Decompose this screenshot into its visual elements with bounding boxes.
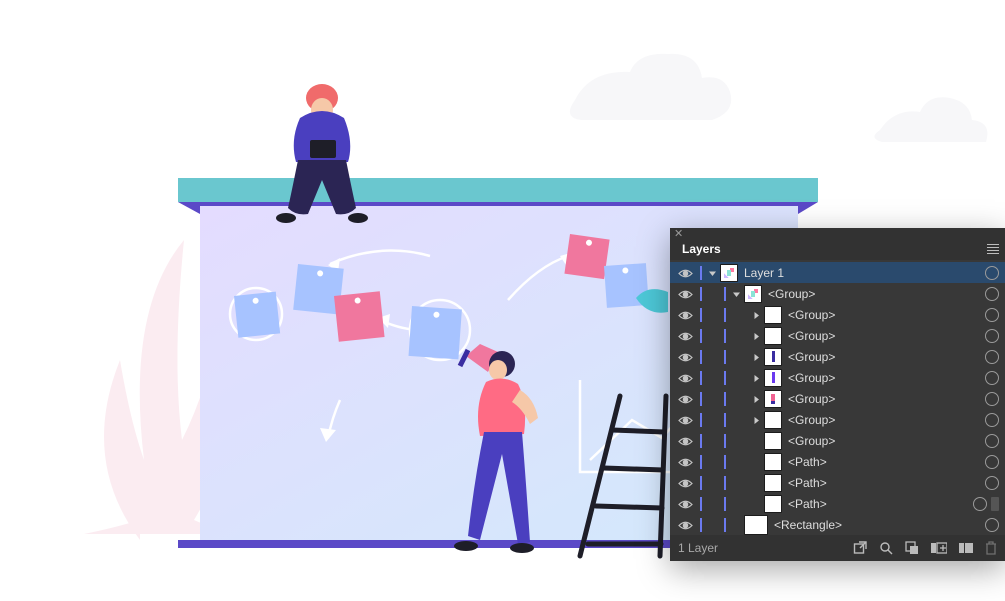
layer-row[interactable]: <Rectangle> — [670, 514, 1005, 535]
visibility-toggle-icon[interactable] — [674, 266, 696, 280]
layer-row[interactable]: Layer 1 — [670, 262, 1005, 283]
visibility-toggle-icon[interactable] — [674, 455, 696, 469]
visibility-toggle-icon[interactable] — [674, 392, 696, 406]
layer-row[interactable]: <Path> — [670, 472, 1005, 493]
layer-label[interactable]: <Group> — [788, 308, 979, 322]
target-icon[interactable] — [985, 434, 999, 448]
layer-thumbnail[interactable] — [764, 453, 782, 471]
layer-thumbnail[interactable] — [764, 327, 782, 345]
chevron-right-icon[interactable] — [748, 392, 764, 406]
target-icon[interactable] — [985, 308, 999, 322]
target-icon[interactable] — [985, 476, 999, 490]
layer-thumbnail[interactable] — [764, 390, 782, 408]
new-sublayer-icon[interactable] — [905, 541, 919, 555]
layer-row[interactable]: <Group> — [670, 325, 1005, 346]
export-icon[interactable] — [853, 541, 867, 555]
chevron-right-icon[interactable] — [748, 329, 764, 343]
target-icon[interactable] — [985, 329, 999, 343]
layer-label[interactable]: Layer 1 — [744, 266, 979, 280]
layer-label[interactable]: <Group> — [768, 287, 979, 301]
chevron-right-icon[interactable] — [748, 308, 764, 322]
layer-label[interactable]: <Group> — [788, 329, 979, 343]
target-icon[interactable] — [985, 413, 999, 427]
layer-thumbnail[interactable] — [764, 495, 782, 513]
panel-menu-icon[interactable] — [985, 242, 1001, 256]
layer-label[interactable]: <Path> — [788, 497, 967, 511]
layer-row[interactable]: <Group> — [670, 409, 1005, 430]
close-icon[interactable]: ✕ — [674, 229, 683, 240]
panel-titlebar[interactable]: ✕ — [670, 228, 1005, 240]
layer-thumbnail[interactable] — [764, 348, 782, 366]
layer-row[interactable]: <Group> — [670, 283, 1005, 304]
layer-row[interactable]: <Group> — [670, 367, 1005, 388]
visibility-toggle-icon[interactable] — [674, 287, 696, 301]
visibility-toggle-icon[interactable] — [674, 329, 696, 343]
layer-thumbnail[interactable] — [764, 369, 782, 387]
visibility-toggle-icon[interactable] — [674, 413, 696, 427]
layer-row[interactable]: <Group> — [670, 388, 1005, 409]
layer-thumbnail[interactable] — [744, 515, 768, 535]
visibility-toggle-icon[interactable] — [674, 350, 696, 364]
locate-icon[interactable] — [879, 541, 893, 555]
layer-label[interactable]: <Path> — [788, 476, 979, 490]
layer-label[interactable]: <Path> — [788, 455, 979, 469]
panel-footer: 1 Layer — [670, 535, 1005, 561]
layer-thumbnail[interactable] — [764, 432, 782, 450]
target-icon[interactable] — [973, 497, 987, 511]
layer-row[interactable]: <Path> — [670, 493, 1005, 514]
layer-thumbnail[interactable] — [764, 411, 782, 429]
chevron-right-icon[interactable] — [748, 350, 764, 364]
visibility-toggle-icon[interactable] — [674, 371, 696, 385]
target-icon[interactable] — [985, 266, 999, 280]
visibility-toggle-icon[interactable] — [674, 434, 696, 448]
layer-label[interactable]: <Group> — [788, 413, 979, 427]
layer-thumbnail[interactable] — [744, 285, 762, 303]
target-icon[interactable] — [985, 350, 999, 364]
chevron-right-icon[interactable] — [748, 371, 764, 385]
layer-label[interactable]: <Group> — [788, 371, 979, 385]
visibility-toggle-icon[interactable] — [674, 476, 696, 490]
footer-layer-count: 1 Layer — [678, 541, 718, 555]
layer-label[interactable]: <Rectangle> — [774, 518, 979, 532]
new-layer-icon[interactable] — [931, 541, 947, 555]
dim-indicator — [991, 497, 999, 511]
panel-tab-row: Layers — [670, 240, 1005, 260]
target-icon[interactable] — [985, 392, 999, 406]
target-icon[interactable] — [985, 371, 999, 385]
trash-icon[interactable] — [985, 541, 997, 555]
layer-tree: Layer 1 <Group> <Group> <Group> <Group> <Grou… — [670, 260, 1005, 535]
target-icon[interactable] — [985, 287, 999, 301]
layer-row[interactable]: <Group> — [670, 346, 1005, 367]
layer-row[interactable]: <Group> — [670, 430, 1005, 451]
layer-thumbnail[interactable] — [720, 264, 738, 282]
layer-thumbnail[interactable] — [764, 474, 782, 492]
chevron-down-icon[interactable] — [704, 266, 720, 280]
layers-panel: ✕ Layers Layer 1 <Group> <Group> <Group> <Gr… — [670, 228, 1005, 561]
target-icon[interactable] — [985, 455, 999, 469]
layer-label[interactable]: <Group> — [788, 434, 979, 448]
visibility-toggle-icon[interactable] — [674, 518, 696, 532]
layer-label[interactable]: <Group> — [788, 392, 979, 406]
clip-mask-icon[interactable] — [959, 541, 973, 555]
visibility-toggle-icon[interactable] — [674, 308, 696, 322]
layer-label[interactable]: <Group> — [788, 350, 979, 364]
target-icon[interactable] — [985, 518, 999, 532]
chevron-down-icon[interactable] — [728, 287, 744, 301]
panel-title[interactable]: Layers — [682, 242, 721, 256]
visibility-toggle-icon[interactable] — [674, 497, 696, 511]
chevron-right-icon[interactable] — [748, 413, 764, 427]
layer-row[interactable]: <Group> — [670, 304, 1005, 325]
layer-thumbnail[interactable] — [764, 306, 782, 324]
layer-row[interactable]: <Path> — [670, 451, 1005, 472]
